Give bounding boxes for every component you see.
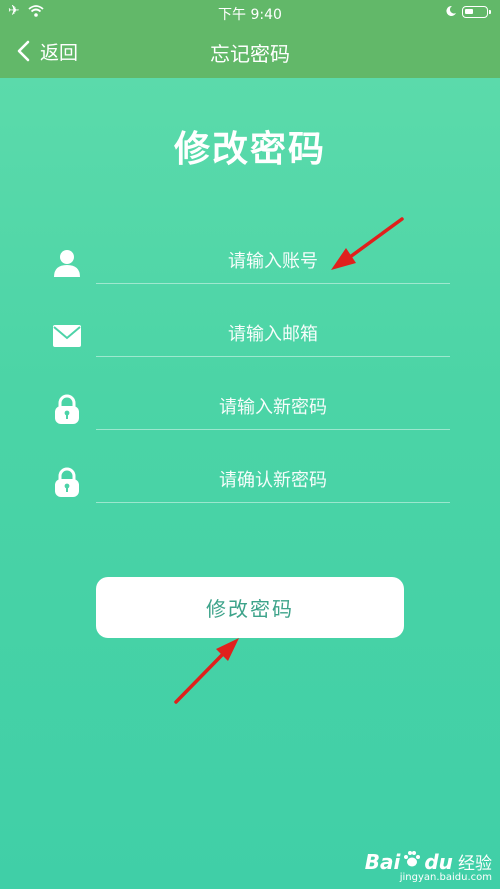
paw-icon [404, 851, 421, 867]
baidu-watermark: Bai du 经验 jingyan.baidu.com [365, 849, 492, 883]
moon-icon [446, 5, 456, 16]
annotation-arrow-button [174, 638, 239, 704]
status-time: 下午 9:40 [218, 7, 282, 23]
navigation-bar: ✈ 下午 9:40 返回 忘记密码 [0, 0, 500, 78]
change-password-button[interactable]: 修改密码 [96, 577, 404, 638]
nav-title: 忘记密码 [210, 42, 290, 66]
confirm-password-field-row [50, 451, 450, 511]
lock-icon [55, 467, 79, 497]
page-title: 修改密码 [173, 129, 326, 170]
account-input[interactable] [96, 240, 450, 284]
email-field-row [50, 305, 450, 365]
mail-icon [53, 325, 81, 347]
watermark-product: 经验 [458, 854, 492, 874]
confirm-password-input[interactable] [96, 459, 450, 503]
watermark-brand-suffix: du [424, 850, 453, 874]
new-password-input[interactable] [96, 386, 450, 430]
battery-icon [462, 6, 491, 18]
battery-level [465, 9, 473, 14]
lock-icon [55, 394, 79, 424]
status-bar: ✈ 下午 9:40 [0, 0, 500, 26]
account-field-row [50, 232, 450, 292]
user-icon [54, 250, 80, 277]
watermark-brand: Bai [364, 850, 401, 874]
email-input[interactable] [96, 313, 450, 357]
new-password-field-row [50, 378, 450, 438]
